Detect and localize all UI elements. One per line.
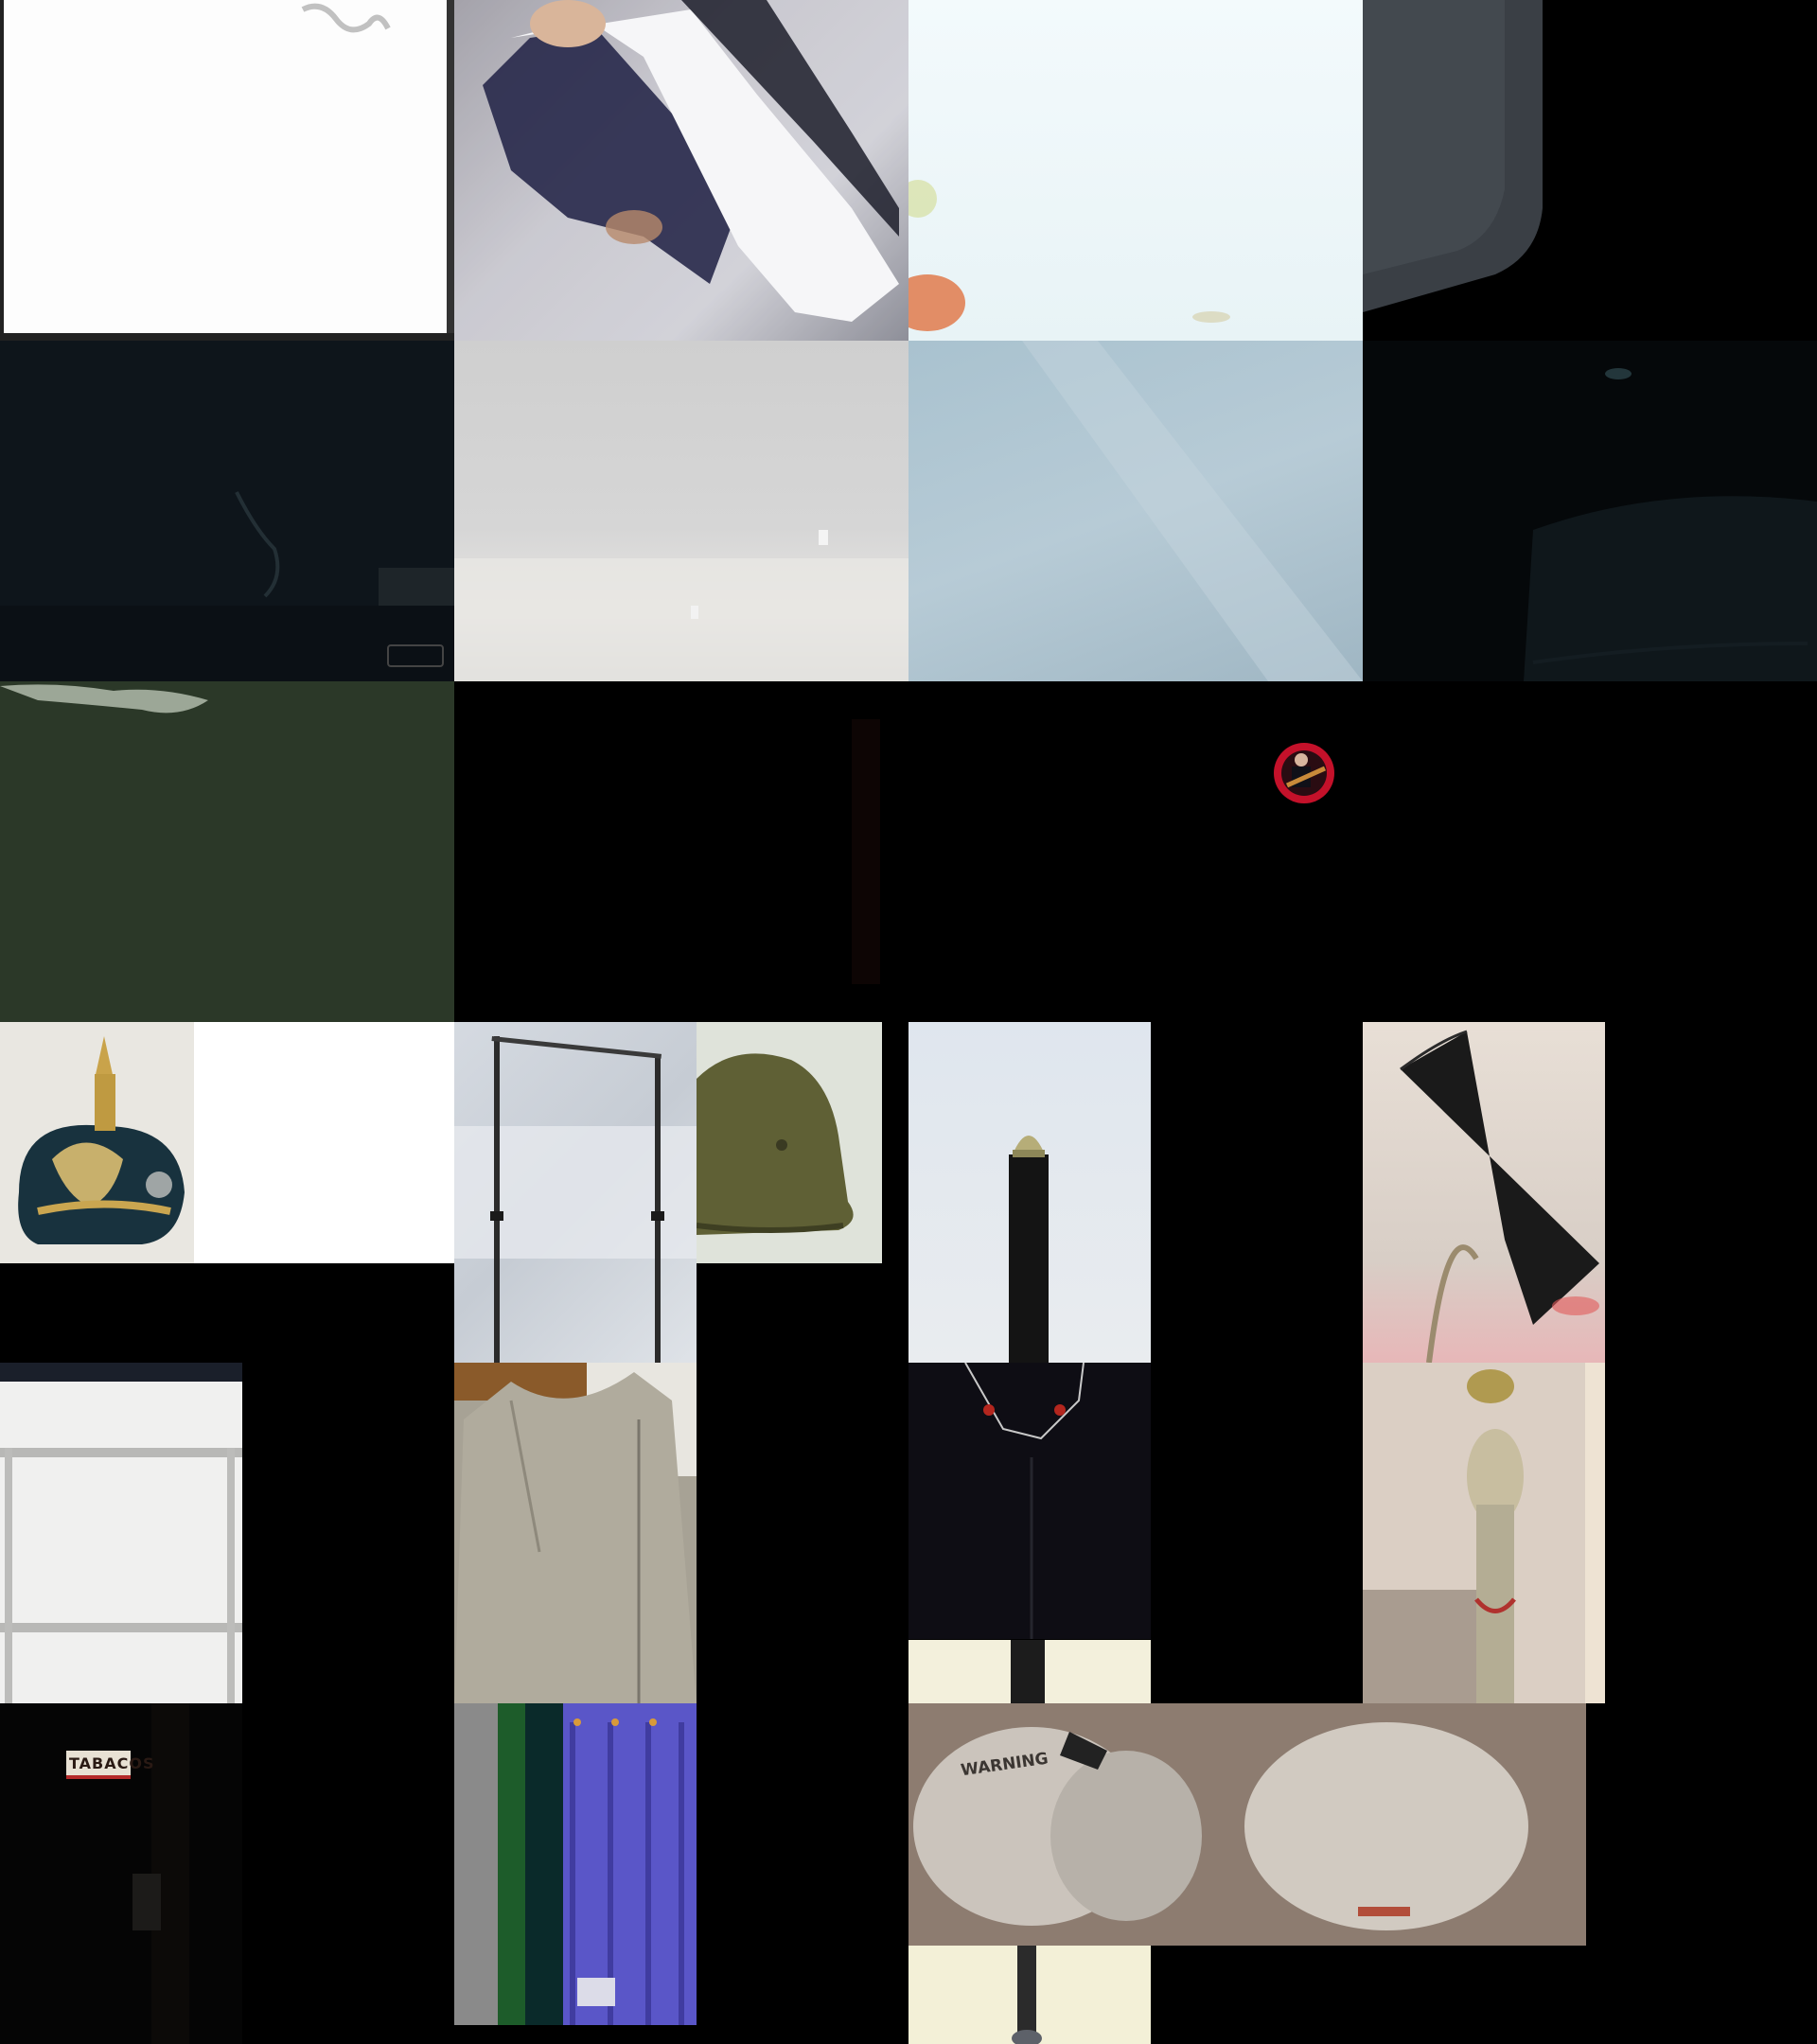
dark-corner-photo	[1363, 0, 1817, 341]
black-photo	[1363, 681, 1817, 1022]
dark-green-photo	[0, 681, 454, 1022]
vertical-pole-photo	[908, 1022, 1151, 1363]
purple-curtain-photo	[454, 1703, 697, 2025]
stahlhelm-helmet-photo	[697, 1022, 882, 1263]
monkey-on-pole-photo	[1363, 1363, 1605, 1703]
pole-base-photo	[908, 1946, 1151, 2044]
rolling-rack-photo	[454, 1022, 697, 1363]
retro-floor-lamp-photo	[1363, 1022, 1605, 1363]
white-shelf-unit-photo	[0, 1363, 242, 1703]
black-frame-photo	[454, 681, 908, 1022]
blurred-person-photo	[454, 0, 908, 341]
hazy-blue-photo	[908, 341, 1363, 681]
dark-night-photo	[0, 341, 454, 681]
zip-hoodie-photo	[454, 1363, 697, 1703]
white-page-photo	[0, 0, 454, 341]
pole-neck-strip	[908, 1640, 1151, 1703]
tabacos-sign: TABACOS	[69, 1754, 155, 1772]
dark-street-photo: TABACOS	[0, 1703, 242, 2044]
dust-masks-photo: WARNING	[908, 1703, 1586, 1946]
guitarist-badge-photo	[908, 681, 1363, 1022]
pickelhaube-helmet-photo	[0, 1022, 454, 1263]
photo-collage: { "collage": { "sign_text": "TABACOS", "…	[0, 0, 1817, 2044]
dark-car-interior-photo	[1363, 341, 1817, 681]
bright-sky-photo	[908, 0, 1363, 341]
grey-blurred-photo	[454, 341, 908, 681]
black-jacket-photo	[908, 1363, 1151, 1639]
